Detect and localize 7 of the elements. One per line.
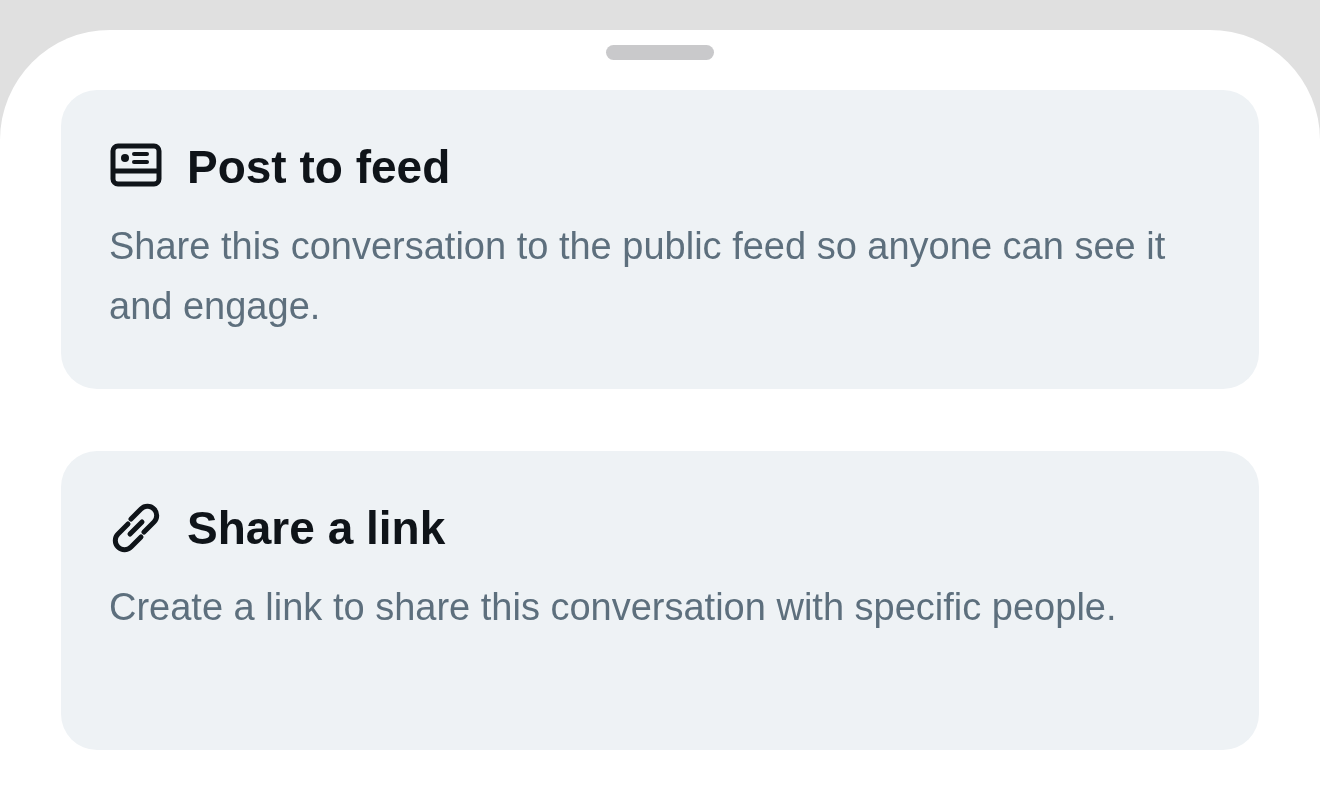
option-title: Post to feed <box>187 144 451 190</box>
share-option[interactable]: Post to feed Share this conversation to the public feed so anyone can see it and engage. <box>61 90 1259 389</box>
option-description: Create a link to share this conversation with specific people. <box>109 585 1118 630</box>
drag-handle[interactable] <box>606 45 714 60</box>
option-title: Share a link <box>187 505 446 551</box>
option-description: Share this conversation to the public feed so anyone can see it and engage. <box>109 224 1167 329</box>
share-option[interactable]: Share a link Create a link to share this conversation with specific people. <box>61 451 1259 750</box>
